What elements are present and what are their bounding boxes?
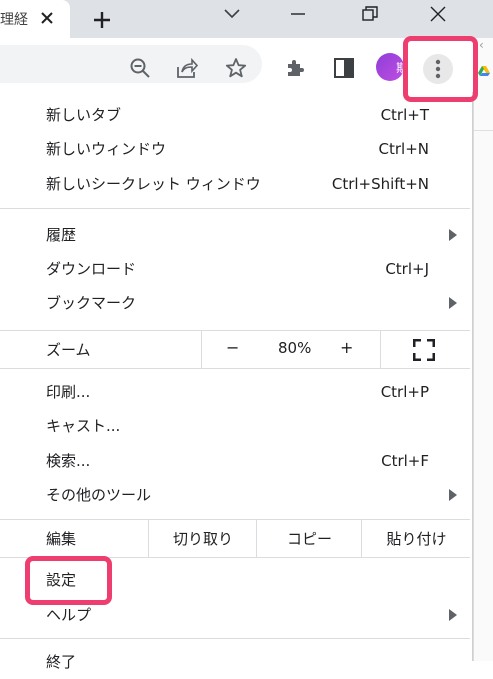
menu-item-label: ヘルプ: [46, 606, 92, 624]
shortcut-text: Ctrl+T: [380, 106, 429, 124]
tab-strip: 理経: [0, 0, 493, 38]
close-tab-icon[interactable]: [36, 7, 58, 29]
menu-item-label: 新しいウィンドウ: [46, 140, 167, 158]
menu-item-label: キャスト...: [46, 417, 121, 435]
menu-item-print[interactable]: 印刷... Ctrl+P: [0, 375, 470, 409]
edit-row: 編集 切り取り コピー 貼り付け: [0, 519, 470, 557]
shortcut-text: Ctrl+N: [378, 140, 429, 158]
submenu-arrow-icon: [449, 609, 457, 621]
copy-button[interactable]: コピー: [256, 519, 362, 557]
menu-divider: [0, 368, 470, 369]
menu-item-label: 新しいタブ: [46, 106, 122, 124]
submenu-arrow-icon: [449, 297, 457, 309]
paste-button[interactable]: 貼り付け: [361, 519, 471, 557]
menu-item-history[interactable]: 履歴: [0, 218, 470, 252]
menu-item-label: 終了: [46, 653, 77, 671]
shortcut-text: Ctrl+F: [381, 452, 429, 470]
tab[interactable]: 理経: [0, 0, 70, 38]
menu-divider: [0, 638, 470, 639]
shortcut-text: Ctrl+Shift+N: [331, 175, 429, 193]
menu-item-new-tab[interactable]: 新しいタブ Ctrl+T: [0, 98, 470, 132]
share-icon[interactable]: [172, 53, 202, 83]
menu-item-label: 履歴: [46, 226, 77, 244]
menu-item-downloads[interactable]: ダウンロード Ctrl+J: [0, 252, 470, 286]
submenu-arrow-icon: [449, 489, 457, 501]
menu-item-label: 印刷...: [46, 383, 91, 401]
minimize-icon[interactable]: [276, 0, 320, 28]
chevron-down-icon[interactable]: [220, 2, 244, 26]
bookmark-star-icon[interactable]: [221, 53, 251, 83]
zoom-in-button[interactable]: +: [340, 338, 353, 357]
close-window-icon[interactable]: [416, 0, 460, 28]
side-panel-icon[interactable]: [329, 53, 359, 83]
menu-item-bookmarks[interactable]: ブックマーク: [0, 286, 470, 320]
profile-avatar[interactable]: 斯: [376, 53, 404, 81]
zoom-row: ズーム − 80% +: [0, 331, 470, 368]
extensions-puzzle-icon[interactable]: [281, 53, 311, 83]
highlight-box-more-menu: [403, 36, 478, 102]
chevron-left-icon: ‹: [479, 38, 484, 52]
menu-divider: [0, 208, 470, 209]
highlight-box-settings: [25, 556, 112, 605]
menu-item-new-incognito[interactable]: 新しいシークレット ウィンドウ Ctrl+Shift+N: [0, 167, 470, 201]
menu-item-label: ダウンロード: [46, 260, 137, 278]
menu-item-label: 検索...: [46, 452, 91, 470]
restore-icon[interactable]: [348, 0, 392, 28]
zoom-level: 80%: [278, 339, 312, 357]
tab-title: 理経: [0, 12, 28, 28]
menu-item-label: 新しいシークレット ウィンドウ: [46, 175, 261, 193]
cut-button[interactable]: 切り取り: [148, 519, 257, 557]
shortcut-text: Ctrl+P: [380, 383, 429, 401]
fullscreen-icon[interactable]: [412, 338, 436, 362]
edit-label: 編集: [46, 530, 77, 548]
zoom-label: ズーム: [46, 341, 91, 359]
menu-item-new-window[interactable]: 新しいウィンドウ Ctrl+N: [0, 132, 470, 166]
new-tab-plus-icon[interactable]: [88, 6, 116, 34]
shortcut-text: Ctrl+J: [385, 260, 429, 278]
background-page: ‹: [473, 38, 493, 661]
menu-item-label: その他のツール: [46, 486, 152, 504]
drive-logo-icon: [478, 62, 490, 81]
menu-item-more-tools[interactable]: その他のツール: [0, 478, 470, 512]
submenu-arrow-icon: [449, 229, 457, 241]
menu-item-cast[interactable]: キャスト...: [0, 409, 470, 443]
menu-item-label: ブックマーク: [46, 294, 137, 312]
zoom-out-button[interactable]: −: [226, 338, 239, 357]
zoom-out-icon[interactable]: [125, 53, 155, 83]
menu-item-exit[interactable]: 終了: [0, 645, 470, 679]
divider: [474, 130, 493, 131]
menu-item-find[interactable]: 検索... Ctrl+F: [0, 444, 470, 478]
